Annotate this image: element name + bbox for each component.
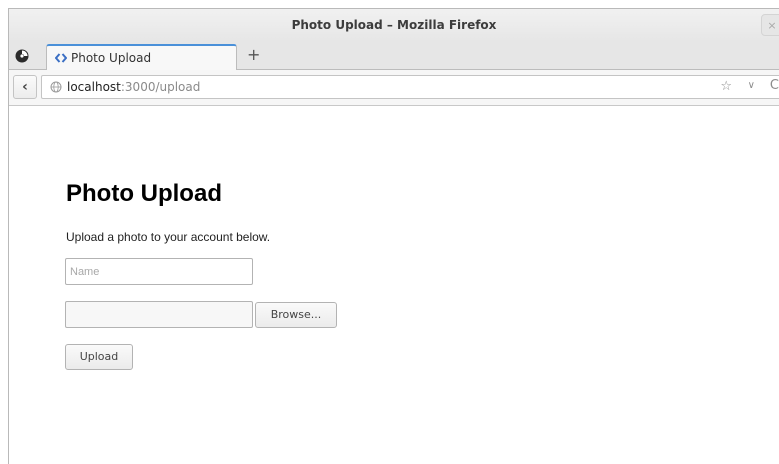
window-close-button[interactable]: × [761, 14, 779, 36]
file-path-field[interactable] [65, 301, 253, 328]
tab-strip: Photo Upload + [9, 42, 779, 70]
navigation-bar: ‹ localhost:3000/upload ☆ ∨ C [9, 70, 779, 106]
page-description: Upload a photo to your account below. [66, 230, 271, 244]
firefox-menu-icon[interactable] [15, 49, 29, 63]
page-content: Photo Upload Upload a photo to your acco… [9, 106, 779, 464]
url-path: :3000/upload [120, 80, 201, 94]
history-dropdown-icon[interactable]: ∨ [748, 80, 755, 91]
page-title: Photo Upload [66, 180, 222, 207]
tab-label: Photo Upload [71, 51, 152, 65]
upload-button[interactable]: Upload [65, 344, 133, 370]
globe-icon [50, 81, 62, 93]
name-input[interactable] [65, 258, 253, 285]
url-host: localhost [67, 80, 121, 94]
url-bar[interactable]: localhost:3000/upload ☆ ∨ C [41, 75, 779, 99]
browser-window: Photo Upload – Mozilla Firefox × Photo U… [8, 8, 779, 464]
title-bar: Photo Upload – Mozilla Firefox × [9, 9, 779, 42]
url-text: localhost:3000/upload [67, 80, 200, 94]
code-brackets-icon [55, 53, 67, 63]
reload-icon[interactable]: C [770, 78, 779, 93]
back-button[interactable]: ‹ [13, 75, 37, 99]
window-title: Photo Upload – Mozilla Firefox [291, 18, 497, 32]
browse-button[interactable]: Browse... [255, 302, 337, 328]
new-tab-button[interactable]: + [247, 46, 260, 64]
bookmark-star-icon[interactable]: ☆ [720, 79, 732, 94]
tab-photo-upload[interactable]: Photo Upload [46, 44, 237, 70]
